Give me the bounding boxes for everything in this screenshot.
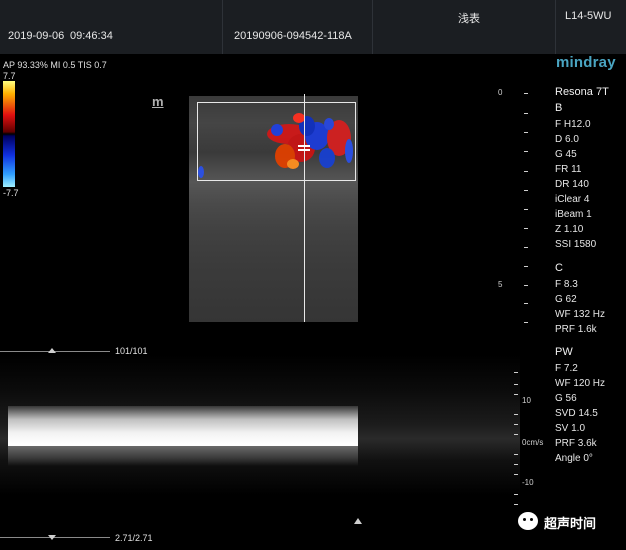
probe-orientation-icon: m [152,94,164,109]
velocity-tick [514,414,518,415]
bmode-param: DR 140 [555,179,589,190]
pwmode-param: G 56 [555,393,577,404]
pwmode-param: WF 120 Hz [555,378,606,389]
color-box[interactable] [197,102,356,181]
watermark-text: 超声时间 [544,517,597,532]
depth-tick [524,190,528,191]
velocity-tick [514,454,518,455]
system-model: Resona 7T [555,86,609,98]
depth-tick [524,151,528,152]
preset-name[interactable]: 浅表 [458,10,480,26]
acoustic-output-status: AP 93.33% MI 0.5 TIS 0.7 [3,60,107,70]
colormode-header: C [555,262,563,274]
exam-id[interactable]: 20190906-094542-118A [234,30,352,42]
divider [222,0,223,54]
spectrum-marker-icon[interactable] [48,535,56,540]
brand-logo: mindray [556,54,616,71]
depth-tick-label: 5 [498,280,503,289]
colormode-param: F 8.3 [555,279,578,290]
exam-time: 09:46:34 [70,30,113,42]
depth-tick [524,322,528,323]
divider [555,0,556,54]
depth-tick [524,266,528,267]
probe-name[interactable]: L14-5WU [565,10,611,22]
exam-date: 2019-09-06 [8,30,65,42]
velocity-tick [514,494,518,495]
wechat-icon [518,512,538,530]
colormode-param: G 62 [555,294,577,305]
colormode-param: WF 132 Hz [555,309,606,320]
bmode-param: G 45 [555,149,577,160]
bmode-param: SSI 1580 [555,239,597,250]
color-velocity-bar [3,81,15,187]
bmode-param: iClear 4 [555,194,590,205]
sample-volume-gate-top[interactable] [298,145,310,147]
spectrum-time-counter: 2.71/2.71 [115,533,153,543]
bmode-param: D 6.0 [555,134,579,145]
colorbar-max-label: 7.7 [3,71,16,81]
velocity-tick [514,384,518,385]
depth-tick [524,303,528,304]
depth-tick [524,209,528,210]
doppler-cursor-line[interactable] [304,94,305,322]
bmode-param: iBeam 1 [555,209,592,220]
velocity-tick [514,464,518,465]
velocity-tick [514,434,518,435]
depth-tick-label: 0 [498,88,503,97]
pwmode-header: PW [555,346,573,358]
colorbar-min-label: -7.7 [3,188,19,198]
colormode-param: PRF 1.6k [555,324,597,335]
pwmode-param: F 7.2 [555,363,578,374]
sweep-position-icon[interactable] [354,518,362,524]
bmode-param: F H12.0 [555,119,591,130]
pwmode-param: PRF 3.6k [555,438,597,449]
top-status-bar [0,0,626,54]
doppler-spectrum-forward [8,406,358,444]
velocity-tick [514,394,518,395]
velocity-tick [514,424,518,425]
velocity-tick [514,504,518,505]
depth-tick [524,113,528,114]
bmode-param: Z 1.10 [555,224,584,235]
depth-tick [524,171,528,172]
depth-tick [524,132,528,133]
depth-tick [524,228,528,229]
velocity-tick [514,372,518,373]
cine-marker-icon[interactable] [48,348,56,353]
bmode-header: B [555,102,563,114]
depth-tick [524,93,528,94]
doppler-spectrum-reverse [8,446,358,466]
velocity-tick-label: -10 [522,478,534,487]
depth-tick [524,285,528,286]
sample-volume-gate-bottom[interactable] [298,149,310,151]
divider [372,0,373,54]
depth-tick [524,247,528,248]
bmode-param: FR 11 [555,164,582,175]
velocity-tick [514,474,518,475]
velocity-tick-label: 10 [522,396,531,405]
pwmode-param: Angle 0° [555,453,593,464]
pwmode-param: SVD 14.5 [555,408,598,419]
velocity-tick-label: 0cm/s [522,438,544,447]
pwmode-param: SV 1.0 [555,423,586,434]
